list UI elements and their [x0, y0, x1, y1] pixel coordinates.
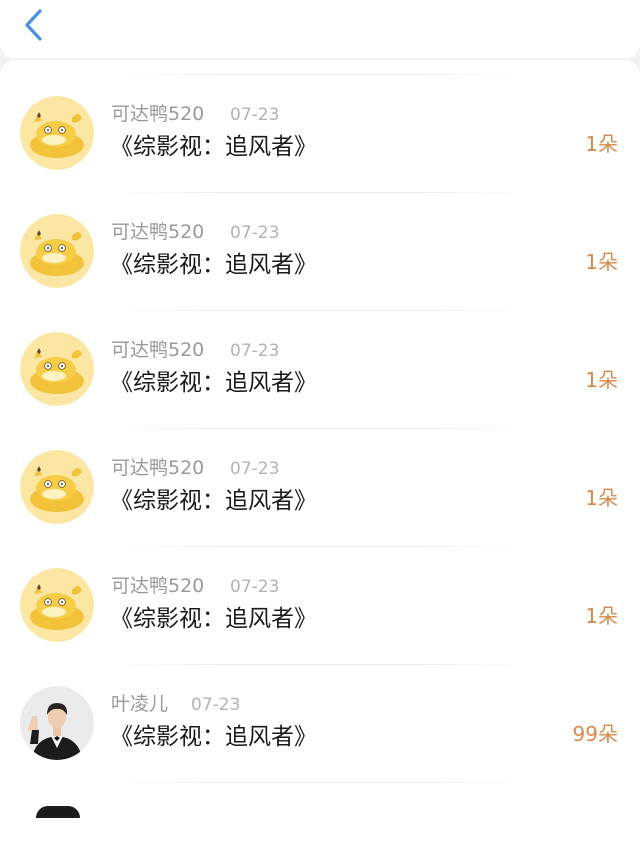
psyduck-avatar-icon[interactable] [20, 214, 94, 288]
row-divider [110, 192, 530, 193]
gift-record-row[interactable]: 可达鸭520 07-23 《综影视：追风者》 1朵 [0, 546, 640, 664]
gift-record-row[interactable]: 可达鸭520 07-23 《综影视：追风者》 1朵 [0, 74, 640, 192]
flower-count: 1朵 [585, 486, 618, 510]
gift-record-row[interactable]: 叶凌儿 07-23 《综影视：追风者》 99朵 [0, 664, 640, 782]
back-button[interactable] [18, 6, 52, 44]
row-divider [110, 310, 530, 311]
row-divider [110, 74, 530, 75]
psyduck-avatar-icon[interactable] [20, 568, 94, 642]
row-divider [110, 546, 530, 547]
gift-record-row[interactable]: 可达鸭520 07-23 《综影视：追风者》 1朵 [0, 310, 640, 428]
psyduck-avatar-icon[interactable] [20, 96, 94, 170]
partial-next-avatar [36, 806, 80, 818]
book-title: 《综影视：追风者》 [110, 134, 317, 160]
gift-record-row[interactable]: 可达鸭520 07-23 《综影视：追风者》 1朵 [0, 192, 640, 310]
sender-name: 可达鸭520 [111, 221, 205, 243]
row-divider [110, 428, 530, 429]
book-title: 《综影视：追风者》 [110, 606, 317, 632]
gift-date: 07-23 [230, 459, 280, 479]
chevron-left-icon [25, 9, 42, 41]
psyduck-avatar-icon[interactable] [20, 450, 94, 524]
gift-date: 07-23 [191, 695, 241, 715]
gift-record-row[interactable]: 可达鸭520 07-23 《综影视：追风者》 1朵 [0, 428, 640, 546]
flower-count: 1朵 [585, 368, 618, 392]
book-title: 《综影视：追风者》 [110, 370, 317, 396]
flower-count: 1朵 [585, 604, 618, 628]
flower-count: 1朵 [585, 250, 618, 274]
gift-date: 07-23 [230, 341, 280, 361]
row-divider [110, 782, 530, 783]
gift-date: 07-23 [230, 577, 280, 597]
gift-date: 07-23 [230, 223, 280, 243]
sender-name: 叶凌儿 [111, 693, 169, 715]
book-title: 《综影视：追风者》 [110, 252, 317, 278]
flower-count: 99朵 [572, 722, 618, 746]
sender-name: 可达鸭520 [111, 575, 205, 597]
book-title: 《综影视：追风者》 [110, 724, 317, 750]
gift-list-card: 可达鸭520 07-23 《综影视：追风者》 1朵 可达鸭520 07-23 《… [0, 60, 640, 860]
sender-name: 可达鸭520 [111, 339, 205, 361]
flower-count: 1朵 [585, 132, 618, 156]
book-title: 《综影视：追风者》 [110, 488, 317, 514]
sender-name: 可达鸭520 [111, 103, 205, 125]
sender-name: 可达鸭520 [111, 457, 205, 479]
row-divider [110, 664, 530, 665]
psyduck-avatar-icon[interactable] [20, 332, 94, 406]
person-photo-avatar-icon[interactable] [20, 686, 94, 760]
top-nav-bar [0, 0, 640, 58]
gift-date: 07-23 [230, 105, 280, 125]
